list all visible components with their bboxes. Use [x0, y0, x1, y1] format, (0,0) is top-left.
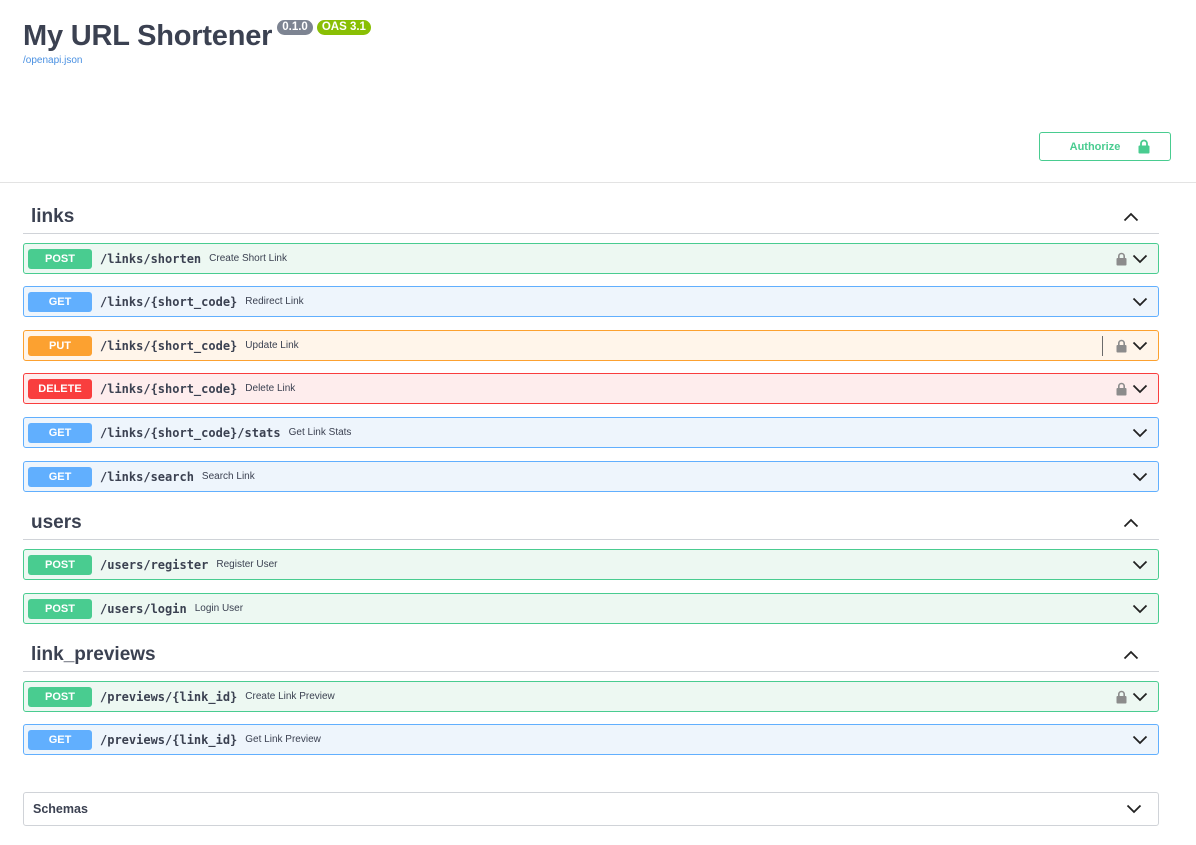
lock-icon[interactable] — [1116, 382, 1127, 396]
chevron-down-icon[interactable] — [1132, 735, 1148, 745]
method-badge: GET — [28, 422, 92, 443]
schemas-label: Schemas — [33, 802, 88, 816]
operation-path: /links/search — [100, 469, 194, 484]
operation-summary: Delete Link — [245, 383, 296, 394]
method-badge: POST — [28, 554, 92, 575]
separator — [1102, 335, 1103, 356]
operation-summary: Create Link Preview — [245, 691, 335, 702]
chevron-up-icon — [1123, 518, 1139, 528]
lock-icon[interactable] — [1116, 339, 1127, 353]
operation-path: /links/{short_code} — [100, 338, 238, 353]
chevron-down-icon[interactable] — [1132, 384, 1148, 394]
tag-name: users — [31, 512, 82, 533]
lock-icon[interactable] — [1116, 690, 1127, 704]
tag-name: links — [31, 206, 75, 227]
chevron-down-icon[interactable] — [1132, 297, 1148, 307]
operation-path: /links/{short_code}/stats — [100, 425, 281, 440]
chevron-down-icon[interactable] — [1126, 804, 1142, 814]
method-badge: POST — [28, 598, 92, 619]
operation-summary: Redirect Link — [245, 296, 304, 307]
method-badge: GET — [28, 466, 92, 487]
operation-post-links-shorten[interactable]: POST /links/shorten Create Short Link — [23, 243, 1159, 274]
authorize-label: Authorize — [1069, 140, 1121, 153]
operation-controls — [1132, 472, 1148, 482]
operation-controls — [1102, 335, 1148, 356]
tag-users[interactable]: users — [23, 507, 1159, 540]
oas-badge: OAS 3.1 — [316, 20, 371, 35]
version-badge: 0.1.0 — [277, 20, 313, 35]
api-info: My URL Shortener 0.1.0 OAS 3.1 /openapi.… — [23, 14, 371, 66]
chevron-down-icon[interactable] — [1132, 560, 1148, 570]
operation-controls — [1116, 382, 1148, 396]
operation-path: /users/register — [100, 557, 209, 572]
lock-icon[interactable] — [1116, 252, 1127, 266]
operation-controls — [1116, 690, 1148, 704]
chevron-up-icon — [1123, 212, 1139, 222]
operation-get-links-short-code[interactable]: GET /links/{short_code} Redirect Link — [23, 286, 1159, 317]
tag-links[interactable]: links — [23, 201, 1159, 234]
operation-post-previews-link-id[interactable]: POST /previews/{link_id} Create Link Pre… — [23, 681, 1159, 712]
operation-controls — [1132, 297, 1148, 307]
operation-post-users-register[interactable]: POST /users/register Register User — [23, 549, 1159, 580]
title-row: My URL Shortener 0.1.0 OAS 3.1 — [23, 14, 371, 58]
operation-controls — [1132, 428, 1148, 438]
operation-path: /users/login — [100, 601, 187, 616]
chevron-down-icon[interactable] — [1132, 341, 1148, 351]
operation-get-links-search[interactable]: GET /links/search Search Link — [23, 461, 1159, 492]
header-divider — [0, 182, 1196, 183]
operation-put-links-short-code[interactable]: PUT /links/{short_code} Update Link — [23, 330, 1159, 361]
operation-controls — [1132, 735, 1148, 745]
method-badge: POST — [28, 686, 92, 707]
method-badge: PUT — [28, 335, 92, 356]
operation-summary: Get Link Preview — [245, 734, 321, 745]
operation-controls — [1132, 560, 1148, 570]
operation-summary: Login User — [194, 603, 244, 614]
operation-get-links-stats[interactable]: GET /links/{short_code}/stats Get Link S… — [23, 417, 1159, 448]
operation-summary: Update Link — [245, 340, 299, 351]
chevron-down-icon[interactable] — [1132, 428, 1148, 438]
lock-icon — [1138, 139, 1150, 154]
operation-controls — [1116, 252, 1148, 266]
method-badge: GET — [28, 291, 92, 312]
method-badge: GET — [28, 729, 92, 750]
operation-summary: Register User — [216, 559, 278, 570]
operation-summary: Get Link Stats — [288, 427, 352, 438]
operation-path: /links/shorten — [100, 251, 202, 266]
schemas-section[interactable]: Schemas — [23, 792, 1159, 826]
chevron-down-icon[interactable] — [1132, 692, 1148, 702]
method-badge: POST — [28, 248, 92, 269]
operation-path: /previews/{link_id} — [100, 732, 238, 747]
authorize-button[interactable]: Authorize — [1039, 132, 1171, 161]
tag-name: link_previews — [31, 644, 156, 665]
page-title: My URL Shortener — [23, 20, 273, 52]
operation-controls — [1132, 604, 1148, 614]
operation-path: /previews/{link_id} — [100, 689, 238, 704]
operation-path: /links/{short_code} — [100, 381, 238, 396]
operation-summary: Create Short Link — [209, 253, 287, 264]
operation-delete-links-short-code[interactable]: DELETE /links/{short_code} Delete Link — [23, 373, 1159, 404]
tag-link-previews[interactable]: link_previews — [23, 639, 1159, 672]
operation-summary: Search Link — [201, 471, 255, 482]
operation-post-users-login[interactable]: POST /users/login Login User — [23, 593, 1159, 624]
operation-get-previews-link-id[interactable]: GET /previews/{link_id} Get Link Preview — [23, 724, 1159, 755]
chevron-down-icon[interactable] — [1132, 604, 1148, 614]
operation-path: /links/{short_code} — [100, 294, 238, 309]
method-badge: DELETE — [28, 378, 92, 399]
chevron-down-icon[interactable] — [1132, 254, 1148, 264]
chevron-down-icon[interactable] — [1132, 472, 1148, 482]
chevron-up-icon — [1123, 650, 1139, 660]
